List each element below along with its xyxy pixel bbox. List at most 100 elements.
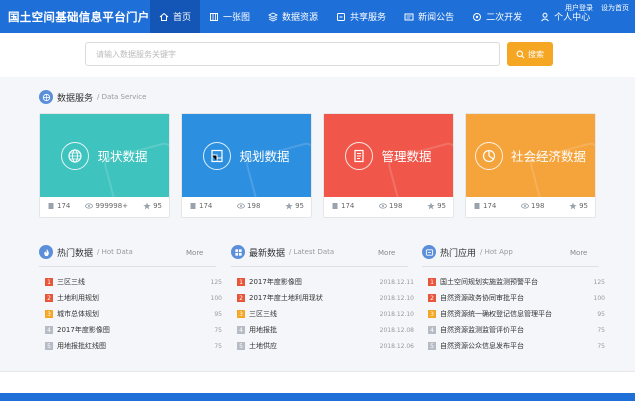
list-item-label: 土地供应 [249,342,277,350]
stat-views: 999998+ [85,202,128,210]
nav-item-label: 二次开发 [486,13,523,23]
list-item-label: 三区三线 [57,278,85,286]
nav-item-home[interactable]: 首页 [150,0,201,33]
list-item[interactable]: 5 自然资源公众信息发布平台 75 [428,338,605,354]
list-item-value: 100 [593,294,605,302]
stat-stars: 95 [427,202,446,210]
card-banner: 现状数据 [40,114,169,197]
list-item-label: 2017年度影像图 [249,278,302,286]
app-icon [422,245,436,259]
list-item[interactable]: 1 2017年度影像图 2018.12.11 [237,274,414,290]
section-title: 热门应用 [440,248,477,259]
search-band: 请输入数据服务关键字 搜索 [0,33,635,77]
list-item-value: 2018.12.06 [379,342,414,350]
search-input[interactable]: 请输入数据服务关键字 [85,42,500,66]
list-item-label: 自然资源公众信息发布平台 [440,342,524,350]
list-item[interactable]: 5 用地报批红线图 75 [45,338,222,354]
hot-data-heading: 热门数据 / Hot Data [39,245,133,259]
star-icon [143,202,151,210]
document-icon [345,141,374,170]
eye-icon [379,203,387,209]
nav-item-data-resources[interactable]: 数据资源 [259,0,327,33]
user-icon [541,12,549,21]
search-button[interactable]: 搜索 [507,42,553,66]
list-item[interactable]: 1 三区三线 125 [45,274,222,290]
list-item[interactable]: 3 三区三线 2018.12.10 [237,306,414,322]
list-item[interactable]: 2 自然资源政务协同审批平台 100 [428,290,605,306]
data-card-planning[interactable]: 规划数据 174 198 95 [181,113,312,218]
list-item-value: 100 [210,294,222,302]
divider [39,266,216,267]
nav-item-news[interactable]: 新闻公告 [395,0,463,33]
stat-views: 198 [521,202,544,210]
top-header: 国土空间基础信息平台门户 首页 一张图 数据资源 共享服务 新闻公告 二次开发 … [0,0,635,33]
divider [231,266,408,267]
list-item-label: 用地报批 [249,326,277,334]
file-icon [190,203,196,209]
list-item[interactable]: 3 自然资源统一确权登记信息管理平台 95 [428,306,605,322]
card-stats: 174 198 95 [182,202,311,210]
card-banner: 管理数据 [324,114,453,197]
dev-icon [473,12,482,21]
list-item-value: 125 [593,278,605,286]
list-item[interactable]: 2 土地利用规划 100 [45,290,222,306]
section-subtitle: / Hot Data [97,248,133,256]
card-stats: 174 999998+ 95 [40,202,169,210]
list-item[interactable]: 2 2017年度土地利用现状 2018.12.10 [237,290,414,306]
rank-badge: 5 [45,342,53,350]
hot-data-more-link[interactable]: More [186,249,203,257]
stat-files: 174 [331,202,354,210]
card-banner: 规划数据 [182,114,311,197]
star-icon [427,202,435,210]
rank-badge: 2 [45,294,53,302]
globe-icon [61,141,90,170]
data-service-heading: 数据服务 / Data Service [39,90,146,104]
list-item[interactable]: 5 土地供应 2018.12.06 [237,338,414,354]
divider [422,266,599,267]
login-link[interactable]: 用户登录 [565,3,593,13]
list-item[interactable]: 4 自然资源监测监管评价平台 75 [428,322,605,338]
list-item[interactable]: 4 用地报批 2018.12.08 [237,322,414,338]
nav-item-map[interactable]: 一张图 [200,0,259,33]
rank-badge: 2 [428,294,436,302]
list-item-label: 自然资源统一确权登记信息管理平台 [440,310,552,318]
site-title[interactable]: 国土空间基础信息平台门户 [0,9,150,25]
data-card-management[interactable]: 管理数据 174 198 95 [323,113,454,218]
stat-views: 198 [237,202,260,210]
file-icon [474,203,480,209]
rank-badge: 5 [237,342,245,350]
set-home-link[interactable]: 设为首页 [601,3,629,13]
list-item-value: 2018.12.08 [379,326,414,334]
hot-app-more-link[interactable]: More [570,249,587,257]
list-item-value: 2018.12.11 [379,278,414,286]
rank-badge: 1 [428,278,436,286]
grid-icon [231,245,245,259]
list-item-value: 75 [597,342,605,350]
data-card-current[interactable]: 现状数据 174 999998+ 95 [39,113,170,218]
hot-app-heading: 热门应用 / Hot App [422,245,513,259]
rank-badge: 4 [428,326,436,334]
list-item[interactable]: 4 2017年度影像图 75 [45,322,222,338]
section-title: 最新数据 [249,248,286,259]
bottom-bar [0,393,635,401]
fire-icon [39,245,53,259]
list-item[interactable]: 1 国土空间规划实施监测预警平台 125 [428,274,605,290]
latest-data-more-link[interactable]: More [378,249,395,257]
list-item-label: 三区三线 [249,310,277,318]
card-title: 社会经济数据 [510,149,586,164]
data-card-socioeconomic[interactable]: 社会经济数据 174 198 95 [465,113,596,218]
eye-icon [85,203,94,209]
nav-item-label: 一张图 [223,13,251,23]
section-subtitle: / Hot App [480,248,513,256]
list-item[interactable]: 3 城市总体规划 95 [45,306,222,322]
list-item-label: 用地报批红线图 [57,342,106,350]
nav-item-dev[interactable]: 二次开发 [463,0,531,33]
header-links: 用户登录 设为首页 [565,3,629,13]
eye-icon [521,203,529,209]
rank-badge: 3 [237,310,245,318]
list-item-label: 自然资源监测监管评价平台 [440,326,524,334]
layers-icon [268,11,279,22]
rank-badge: 2 [237,294,245,302]
nav-item-share-service[interactable]: 共享服务 [327,0,395,33]
section-title: 数据服务 [57,93,94,104]
